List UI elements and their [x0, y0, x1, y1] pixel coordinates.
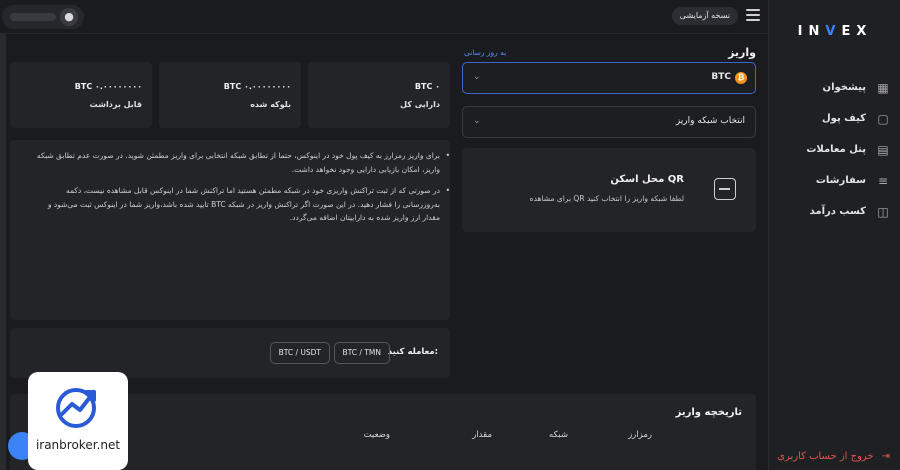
update-link[interactable]: به روز رسانی	[464, 48, 506, 57]
qr-scan-card: محل اسکن QR برای مشاهده QR لطفا شبکه وار…	[462, 148, 756, 232]
pair-btc-usdt-button[interactable]: BTC / USDT	[269, 342, 330, 364]
sidebar-item-dashboard[interactable]: ▦ پیشخوان	[778, 72, 890, 103]
user-avatar-icon: ●	[60, 8, 78, 26]
balance-amount: BTC ۰.۰۰۰۰۰۰۰۰	[74, 82, 142, 91]
deposit-title: واریز	[728, 46, 756, 59]
demo-version-badge[interactable]: نسخه آزمایشی	[671, 7, 738, 25]
orders-icon: ≡	[877, 173, 889, 188]
wallet-icon: ▢	[877, 111, 889, 126]
earn-icon: ◫	[877, 204, 889, 219]
trade-bar: معامله کنید: BTC / TMN BTC / USDT	[10, 328, 450, 378]
iranbroker-logo-icon	[56, 388, 96, 428]
balance-label: دارایی کل	[400, 100, 440, 109]
bitcoin-icon: ₿	[735, 72, 747, 84]
invex-logo[interactable]: INVEX	[769, 24, 900, 39]
balance-card-total: BTC ۰ دارایی کل	[308, 62, 450, 128]
sidebar-item-label: پنل معاملات	[806, 144, 866, 155]
sidebar-item-label: پیشخوان	[822, 82, 866, 93]
trading-panel-icon: ▤	[877, 142, 889, 157]
sidebar-item-trading-panel[interactable]: ▤ پنل معاملات	[778, 134, 890, 165]
user-menu[interactable]: ●	[2, 5, 84, 29]
sidebar-item-label: کیف پول	[822, 113, 866, 124]
dashboard-icon: ▦	[877, 80, 889, 95]
left-edge-scrollbar[interactable]	[0, 34, 6, 470]
logout-label: خروج از حساب کاربری	[777, 451, 874, 462]
logout-icon: ⇥	[881, 451, 890, 462]
sidebar-item-label: کسب درآمد	[809, 206, 866, 217]
history-column-header: وضعیت	[363, 430, 390, 440]
coin-select-value: BTC	[711, 72, 731, 82]
qr-hint: برای مشاهده QR لطفا شبکه واریز را انتخاب…	[529, 194, 684, 203]
logout-link[interactable]: ⇥ خروج از حساب کاربری	[777, 451, 890, 462]
balance-label: بلوکه شده	[250, 100, 291, 109]
watermark-logo: iranbroker.net	[28, 372, 128, 470]
history-column-header: رمزارز	[628, 430, 652, 440]
chevron-down-icon: ⌄	[473, 116, 481, 126]
deposit-notes: برای واریز رمزارز به کیف پول خود در اینو…	[10, 140, 450, 320]
history-title: تاریخچه واریز	[675, 407, 742, 418]
user-name-placeholder	[10, 13, 56, 21]
sidebar-item-earn[interactable]: ◫ کسب درآمد	[778, 196, 890, 227]
qr-scan-icon	[714, 178, 736, 200]
sidebar-nav: ▦ پیشخوان ▢ کیف پول ▤ پنل معاملات ≡ سفار…	[778, 72, 890, 227]
balance-label: قابل برداشت	[89, 100, 142, 109]
hamburger-menu-icon[interactable]	[746, 9, 760, 21]
balance-amount: BTC ۰	[414, 82, 440, 91]
app-root: نسخه آزمایشی ● INVEX ▦ پیشخوان ▢ کیف پول…	[0, 0, 900, 470]
qr-title: محل اسکن QR	[610, 174, 684, 185]
sidebar-item-orders[interactable]: ≡ سفارشات	[778, 165, 890, 196]
sidebar: INVEX ▦ پیشخوان ▢ کیف پول ▤ پنل معاملات …	[768, 0, 900, 470]
top-header: نسخه آزمایشی ●	[0, 0, 768, 34]
pair-btc-tmn-button[interactable]: BTC / TMN	[333, 342, 390, 364]
network-select[interactable]: ⌄ انتخاب شبکه واریز	[462, 106, 756, 138]
trade-label: معامله کنید:	[387, 347, 438, 357]
balance-amount: BTC ۰.۰۰۰۰۰۰۰۰	[223, 82, 291, 91]
coin-select[interactable]: ⌄ ₿ BTC	[462, 62, 756, 94]
sidebar-item-wallet[interactable]: ▢ کیف پول	[778, 103, 890, 134]
note-item: در صورتی که از ثبت تراکنش واریزی خود در …	[32, 184, 450, 225]
note-item: برای واریز رمزارز به کیف پول خود در اینو…	[32, 149, 450, 176]
history-column-header: شبکه	[549, 430, 568, 440]
balance-card-withdrawable: BTC ۰.۰۰۰۰۰۰۰۰ قابل برداشت	[10, 62, 152, 128]
watermark-text: iranbroker.net	[35, 438, 121, 452]
balance-card-blocked: BTC ۰.۰۰۰۰۰۰۰۰ بلوکه شده	[159, 62, 301, 128]
chevron-down-icon: ⌄	[473, 72, 481, 82]
history-column-header: مقدار	[472, 430, 492, 440]
sidebar-item-label: سفارشات	[815, 175, 866, 186]
network-select-placeholder: انتخاب شبکه واریز	[675, 116, 745, 126]
